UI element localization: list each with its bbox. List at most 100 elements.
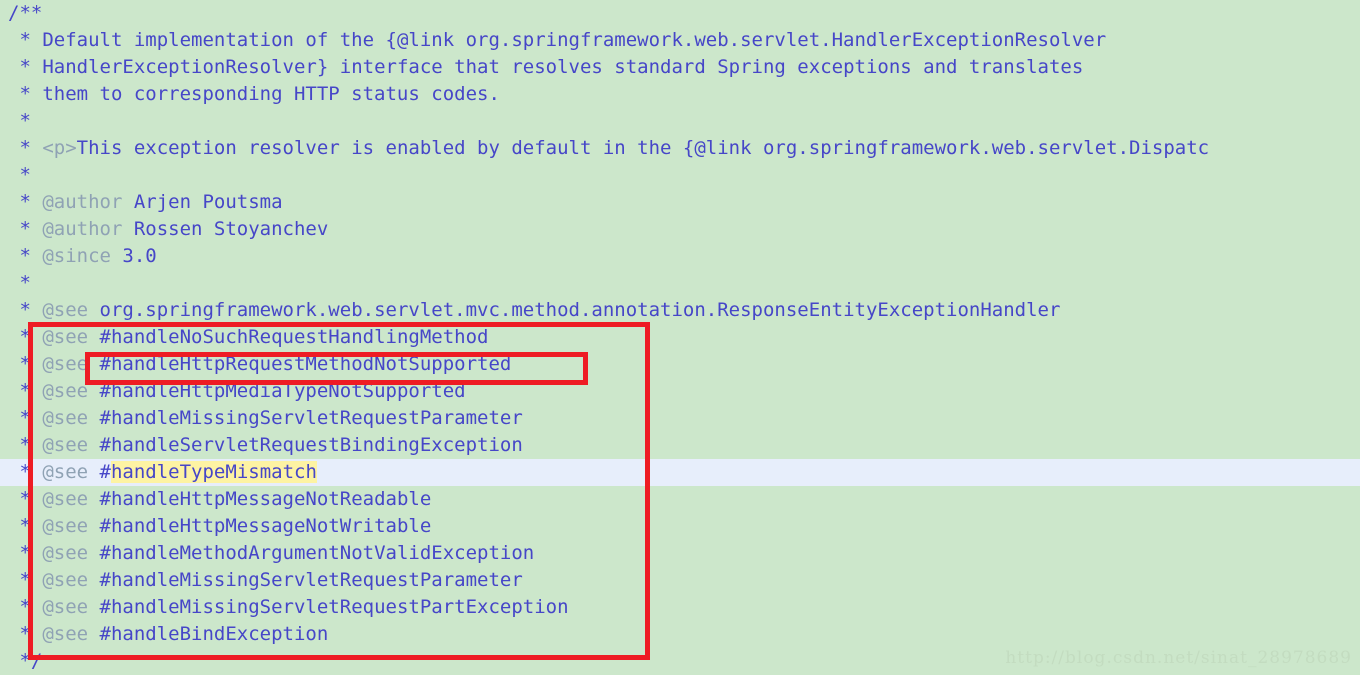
- code-line-content: *: [8, 162, 31, 189]
- comment-delimiter: *: [8, 623, 43, 645]
- comment-delimiter: *: [8, 461, 43, 483]
- code-line[interactable]: * @see #handleHttpRequestMethodNotSuppor…: [0, 351, 1360, 378]
- comment-text: interface that resolves standard Spring …: [328, 56, 1084, 78]
- code-line[interactable]: * HandlerExceptionResolver} interface th…: [0, 54, 1360, 81]
- javadoc-reference-link[interactable]: #handleMissingServletRequestParameter: [88, 569, 523, 591]
- javadoc-reference-link[interactable]: #: [88, 461, 111, 483]
- code-lines-container[interactable]: /** * Default implementation of the {@li…: [0, 0, 1360, 674]
- code-line[interactable]: * @see #handleTypeMismatch: [0, 459, 1360, 486]
- code-line[interactable]: *: [0, 108, 1360, 135]
- javadoc-reference-link[interactable]: {@link org.springframework.web.servlet.H…: [386, 29, 1107, 51]
- code-line[interactable]: * @see #handleHttpMediaTypeNotSupported: [0, 378, 1360, 405]
- javadoc-tag: @see: [42, 380, 89, 402]
- javadoc-reference-link[interactable]: #handleBindException: [88, 623, 329, 645]
- code-line[interactable]: * @see #handleHttpMessageNotWritable: [0, 513, 1360, 540]
- javadoc-reference-link[interactable]: #handleMethodArgumentNotValidException: [88, 542, 535, 564]
- javadoc-tag: @see: [42, 542, 89, 564]
- code-line-content: * @see #handleHttpMessageNotReadable: [8, 486, 431, 513]
- code-line[interactable]: * @see #handleServletRequestBindingExcep…: [0, 432, 1360, 459]
- javadoc-tag: @see: [42, 299, 89, 321]
- code-line-content: * @see #handleBindException: [8, 621, 328, 648]
- code-line[interactable]: * @see #handleNoSuchRequestHandlingMetho…: [0, 324, 1360, 351]
- code-line[interactable]: * @author Arjen Poutsma: [0, 189, 1360, 216]
- javadoc-reference-link[interactable]: HandlerExceptionResolver}: [42, 56, 328, 78]
- javadoc-reference-link[interactable]: #handleServletRequestBindingException: [88, 434, 523, 456]
- code-line[interactable]: * @author Rossen Stoyanchev: [0, 216, 1360, 243]
- code-line-content: *: [8, 270, 31, 297]
- code-line[interactable]: * them to corresponding HTTP status code…: [0, 81, 1360, 108]
- code-editor-viewport[interactable]: /** * Default implementation of the {@li…: [0, 0, 1360, 674]
- javadoc-tag: @see: [42, 353, 89, 375]
- code-line-content: *: [8, 108, 31, 135]
- code-line-content: * @author Arjen Poutsma: [8, 189, 283, 216]
- code-line[interactable]: *: [0, 162, 1360, 189]
- javadoc-reference-link[interactable]: #handleHttpMessageNotReadable: [88, 488, 432, 510]
- comment-delimiter: *: [8, 218, 43, 240]
- comment-delimiter: *: [8, 434, 43, 456]
- code-line-content: * them to corresponding HTTP status code…: [8, 81, 499, 108]
- javadoc-reference-link[interactable]: #handleMissingServletRequestParameter: [88, 407, 523, 429]
- javadoc-reference-link[interactable]: #handleHttpMediaTypeNotSupported: [88, 380, 466, 402]
- comment-text: Rossen Stoyanchev: [122, 218, 329, 240]
- comment-delimiter: *: [8, 515, 43, 537]
- javadoc-reference-link[interactable]: org.springframework.web.servlet.mvc.meth…: [88, 299, 1061, 321]
- javadoc-tag: @author: [42, 191, 123, 213]
- javadoc-tag: @see: [42, 326, 89, 348]
- code-line-content: * @see #handleHttpRequestMethodNotSuppor…: [8, 351, 511, 378]
- comment-delimiter: *: [8, 488, 43, 510]
- code-line-content: * @see #handleMissingServletRequestParam…: [8, 405, 523, 432]
- code-line[interactable]: * Default implementation of the {@link o…: [0, 27, 1360, 54]
- code-line-content: * @see #handleMethodArgumentNotValidExce…: [8, 540, 534, 567]
- code-line-content: * @author Rossen Stoyanchev: [8, 216, 328, 243]
- code-line-content: * @since 3.0: [8, 243, 157, 270]
- comment-text: Arjen Poutsma: [122, 191, 283, 213]
- comment-delimiter: *: [8, 299, 43, 321]
- comment-delimiter: *: [8, 137, 43, 159]
- code-line[interactable]: * @see #handleMissingServletRequestParam…: [0, 405, 1360, 432]
- comment-delimiter: *: [8, 596, 43, 618]
- code-line-content: * @see #handleMissingServletRequestParam…: [8, 567, 523, 594]
- watermark-url: http://blog.csdn.net/sinat_28978689: [1005, 648, 1352, 668]
- comment-delimiter: *: [8, 110, 31, 132]
- comment-delimiter: *: [8, 164, 31, 186]
- comment-delimiter: *: [8, 272, 31, 294]
- comment-delimiter: *: [8, 56, 43, 78]
- comment-delimiter: /**: [8, 2, 43, 24]
- code-line[interactable]: * @see org.springframework.web.servlet.m…: [0, 297, 1360, 324]
- code-line[interactable]: * @see #handleMethodArgumentNotValidExce…: [0, 540, 1360, 567]
- javadoc-tag: @see: [42, 434, 89, 456]
- code-line-content: * @see #handleHttpMediaTypeNotSupported: [8, 378, 466, 405]
- html-tag: <p>: [42, 137, 77, 159]
- code-line[interactable]: * @see #handleMissingServletRequestPartE…: [0, 594, 1360, 621]
- code-line-content: * @see #handleMissingServletRequestPartE…: [8, 594, 569, 621]
- javadoc-reference-link[interactable]: #handleNoSuchRequestHandlingMethod: [88, 326, 489, 348]
- javadoc-tag: @since: [42, 245, 111, 267]
- comment-delimiter: *: [8, 83, 43, 105]
- code-line-content: * @see #handleServletRequestBindingExcep…: [8, 432, 523, 459]
- javadoc-tag: @author: [42, 218, 123, 240]
- javadoc-reference-link[interactable]: #handleMissingServletRequestPartExceptio…: [88, 596, 569, 618]
- code-line[interactable]: * @see #handleBindException: [0, 621, 1360, 648]
- code-line-content: /**: [8, 0, 42, 27]
- comment-delimiter: *: [8, 407, 43, 429]
- javadoc-reference-link[interactable]: {@link org.springframework.web.servlet.D…: [683, 137, 1209, 159]
- javadoc-tag: @see: [42, 623, 89, 645]
- comment-delimiter: *: [8, 380, 43, 402]
- javadoc-tag: @see: [42, 461, 89, 483]
- comment-delimiter: *: [8, 191, 43, 213]
- code-line[interactable]: * @since 3.0: [0, 243, 1360, 270]
- code-line[interactable]: * @see #handleHttpMessageNotReadable: [0, 486, 1360, 513]
- code-line[interactable]: *: [0, 270, 1360, 297]
- comment-delimiter: *: [8, 353, 43, 375]
- comment-delimiter: *: [8, 542, 43, 564]
- code-line[interactable]: /**: [0, 0, 1360, 27]
- code-line-content: * @see org.springframework.web.servlet.m…: [8, 297, 1060, 324]
- javadoc-reference-link[interactable]: #handleHttpRequestMethodNotSupported: [88, 353, 512, 375]
- javadoc-reference-link[interactable]: #handleHttpMessageNotWritable: [88, 515, 432, 537]
- comment-text: This exception resolver is enabled by de…: [76, 137, 683, 159]
- comment-text: 3.0: [110, 245, 157, 267]
- code-line[interactable]: * @see #handleMissingServletRequestParam…: [0, 567, 1360, 594]
- comment-delimiter: */: [8, 650, 43, 672]
- code-line[interactable]: * <p>This exception resolver is enabled …: [0, 135, 1360, 162]
- javadoc-tag: @see: [42, 407, 89, 429]
